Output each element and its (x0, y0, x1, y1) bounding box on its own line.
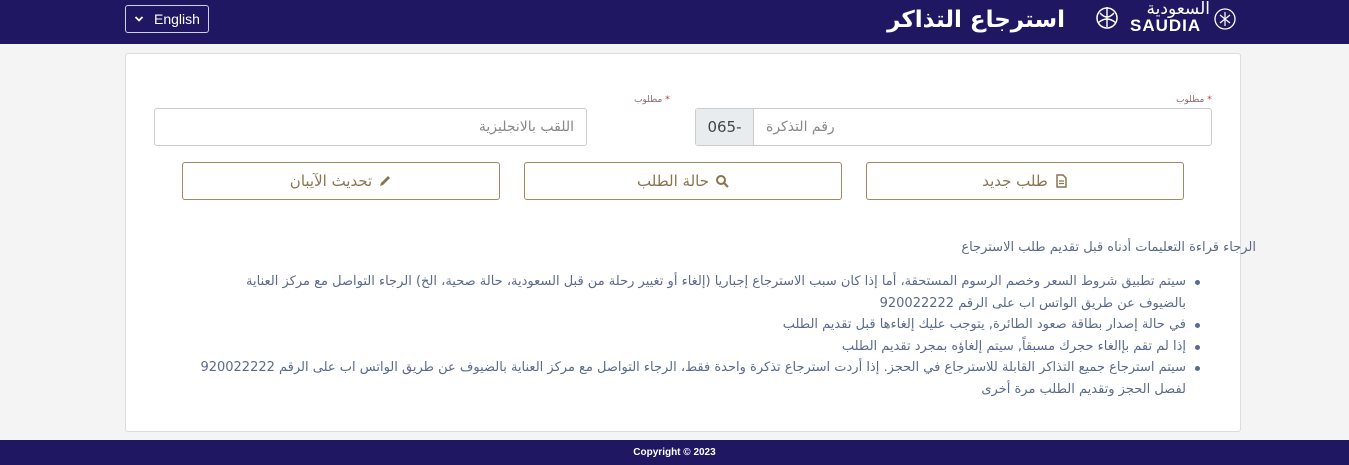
instruction-item: سيتم تطبيق شروط السعر وخصم الرسوم المستح… (200, 271, 1200, 314)
instruction-item: إذا لم تقم بإالغاء حجرك مسبقاً, سيتم إلغ… (200, 336, 1200, 358)
file-icon (1056, 174, 1067, 188)
update-iban-label: تحديث الآيبان (289, 172, 373, 190)
saudia-emblem-icon (1096, 7, 1118, 29)
search-icon (715, 175, 729, 188)
pencil-icon (380, 176, 391, 186)
ticket-number-group: 065- رقم التذكرة (695, 108, 1212, 146)
new-request-label: طلب جديد (982, 172, 1048, 190)
palm-icon (1214, 8, 1236, 30)
instructions-list: سيتم تطبيق شروط السعر وخصم الرسوم المستح… (200, 271, 1200, 400)
request-status-button[interactable]: حالة الطلب (524, 162, 842, 200)
language-select[interactable]: English (125, 5, 209, 33)
ticket-number-input[interactable]: رقم التذكرة (754, 109, 1211, 145)
ticket-number-placeholder: رقم التذكرة (766, 119, 835, 135)
instructions-intro: الرجاء قراءة التعليمات أدناه قبل تقديم ط… (961, 240, 1256, 255)
chevron-down-icon (132, 14, 146, 24)
instruction-item: في حالة إصدار بطاقة صعود الطائرة, يتوجب … (200, 314, 1200, 336)
request-status-label: حالة الطلب (637, 172, 709, 190)
update-iban-button[interactable]: تحديث الآيبان (182, 162, 500, 200)
page-title: استرجاع التذاكر (887, 7, 1065, 33)
surname-placeholder: اللقب بالانجليزية (478, 119, 574, 135)
surname-input[interactable]: اللقب بالانجليزية (154, 108, 587, 146)
logo-english-text: SAUDIA (1130, 16, 1202, 35)
footer: Copyright © 2023 (0, 440, 1349, 465)
saudia-logo: السعودية SAUDIA (1090, 0, 1242, 40)
language-label: English (154, 11, 200, 27)
ticket-prefix: 065- (696, 109, 754, 145)
ticket-required-label: * مطلوب (1176, 95, 1212, 105)
instruction-item: سيتم استرجاع جميع التذاكر القابلة للاستر… (200, 357, 1200, 400)
surname-required-label: * مطلوب (634, 95, 670, 105)
refund-card: * مطلوب اللقب بالانجليزية * مطلوب 065- ر… (125, 53, 1256, 432)
top-navbar: English استرجاع التذاكر السعودية SAUDIA (0, 0, 1349, 44)
copyright-text: Copyright © 2023 (633, 447, 716, 458)
new-request-button[interactable]: طلب جديد (866, 162, 1184, 200)
